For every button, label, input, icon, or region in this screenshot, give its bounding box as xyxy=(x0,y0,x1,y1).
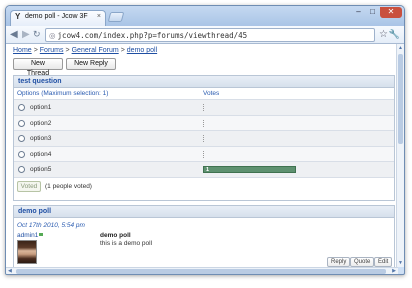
option-label: option1 xyxy=(30,104,52,111)
address-bar[interactable]: ◎ jcow4.com/index.php?p=forums/viewthread… xyxy=(45,28,375,42)
poll-box: test question Options (Maximum selection… xyxy=(13,75,395,201)
votes-header: Votes xyxy=(203,90,220,97)
close-window-icon[interactable]: ✕ xyxy=(380,7,402,18)
new-thread-button[interactable]: New Thread xyxy=(13,58,63,77)
poll-option-row: option3 xyxy=(14,131,394,147)
poll-option-row: option1 xyxy=(14,100,394,116)
vote-bar xyxy=(203,135,296,142)
breadcrumb-forums[interactable]: Forums xyxy=(40,47,64,54)
poll-header: Options (Maximum selection: 1) Votes xyxy=(14,88,394,100)
poll-options: option1 option2 option3 option4 option5 … xyxy=(14,100,394,178)
scroll-right-icon[interactable]: ▶ xyxy=(392,268,396,274)
page-content: Home > Forums > General Forum > demo poll New … xyxy=(6,44,398,267)
post-date: Oct 17th 2010, 5:54 pm xyxy=(17,222,85,229)
voted-count-text: (1 people voted) xyxy=(45,182,92,190)
option-radio[interactable] xyxy=(18,135,25,142)
browser-window: Ydemo poll - Jcow 3F × – □ ✕ ◀ ▶ ↻ ◎ jcow… xyxy=(5,5,405,275)
horizontal-scrollbar[interactable]: ◀ ▶ xyxy=(6,267,398,274)
poll-option-row: option4 xyxy=(14,146,394,162)
option-radio[interactable] xyxy=(18,119,25,127)
breadcrumb-home[interactable]: Home xyxy=(13,47,32,54)
scrollbar-thumb[interactable] xyxy=(398,54,403,144)
breadcrumb-separator: > xyxy=(65,47,70,54)
edit-button[interactable]: Edit xyxy=(374,257,393,267)
option-label: option5 xyxy=(30,166,52,173)
option-radio[interactable] xyxy=(18,104,25,111)
vote-bar xyxy=(203,104,296,111)
poll-option-row: option2 xyxy=(14,115,394,131)
post-author[interactable]: admin1 xyxy=(17,232,44,239)
back-icon[interactable]: ◀ xyxy=(10,29,18,40)
breadcrumb-current-thread[interactable]: demo poll xyxy=(127,47,157,54)
online-status-icon xyxy=(39,233,44,236)
username[interactable]: admin1 xyxy=(17,232,38,239)
forum-post: demo poll Oct 17th 2010, 5:54 pm admin1 … xyxy=(13,205,395,267)
favicon-icon: Y xyxy=(15,12,21,21)
browser-tab[interactable]: Ydemo poll - Jcow 3F × xyxy=(10,10,106,26)
voted-button[interactable]: Voted xyxy=(17,180,41,192)
forward-icon[interactable]: ▶ xyxy=(22,29,30,40)
tab-strip: Ydemo poll - Jcow 3F × – □ ✕ xyxy=(6,6,404,26)
option-radio[interactable] xyxy=(18,166,25,173)
vote-count: 1 xyxy=(206,167,210,173)
option-label: option2 xyxy=(30,119,52,127)
vote-bar: 1 xyxy=(203,166,296,173)
close-tab-icon[interactable]: × xyxy=(97,13,101,20)
new-reply-button[interactable]: New Reply xyxy=(66,58,116,70)
maximize-icon[interactable]: □ xyxy=(366,7,379,18)
reload-icon[interactable]: ↻ xyxy=(33,29,41,40)
poll-footer: Voted (1 people voted) xyxy=(14,178,394,196)
globe-icon: ◎ xyxy=(49,31,56,40)
reply-button[interactable]: Reply xyxy=(327,257,351,267)
poll-option-row: option5 1 xyxy=(14,162,394,178)
option-label: option3 xyxy=(30,135,52,142)
url-text: jcow4.com/index.php?p=forums/viewthread/… xyxy=(57,31,248,40)
scroll-down-icon[interactable]: ▼ xyxy=(397,260,404,266)
vertical-scrollbar[interactable]: ▲ ▼ xyxy=(396,44,404,267)
vote-bar xyxy=(203,150,296,158)
scrollbar-thumb[interactable] xyxy=(16,269,386,274)
avatar[interactable] xyxy=(17,240,37,264)
new-tab-button[interactable] xyxy=(107,12,125,22)
vote-bar-fill: 1 xyxy=(203,166,296,173)
option-radio[interactable] xyxy=(18,150,25,158)
tab-title: demo poll - Jcow 3F xyxy=(25,13,88,20)
scroll-left-icon[interactable]: ◀ xyxy=(8,268,12,274)
breadcrumb-separator: > xyxy=(33,47,38,54)
options-header: Options (Maximum selection: 1) xyxy=(17,90,109,97)
breadcrumb-general-forum[interactable]: General Forum xyxy=(72,47,119,54)
breadcrumb-separator: > xyxy=(120,47,125,54)
post-body: this is a demo poll xyxy=(100,240,153,247)
thread-title: demo poll xyxy=(14,206,394,218)
post-subject: demo poll xyxy=(100,232,131,239)
breadcrumb: Home > Forums > General Forum > demo poll xyxy=(13,47,157,54)
quote-button[interactable]: Quote xyxy=(350,257,375,267)
minimize-icon[interactable]: – xyxy=(352,7,365,18)
browser-toolbar: ◀ ▶ ↻ ◎ jcow4.com/index.php?p=forums/view… xyxy=(6,26,404,44)
wrench-icon[interactable]: 🔧 xyxy=(389,29,400,40)
poll-question: test question xyxy=(14,76,394,88)
vote-bar xyxy=(203,119,296,127)
bookmark-star-icon[interactable]: ☆ xyxy=(379,29,388,40)
option-label: option4 xyxy=(30,150,52,158)
scroll-up-icon[interactable]: ▲ xyxy=(397,45,404,51)
